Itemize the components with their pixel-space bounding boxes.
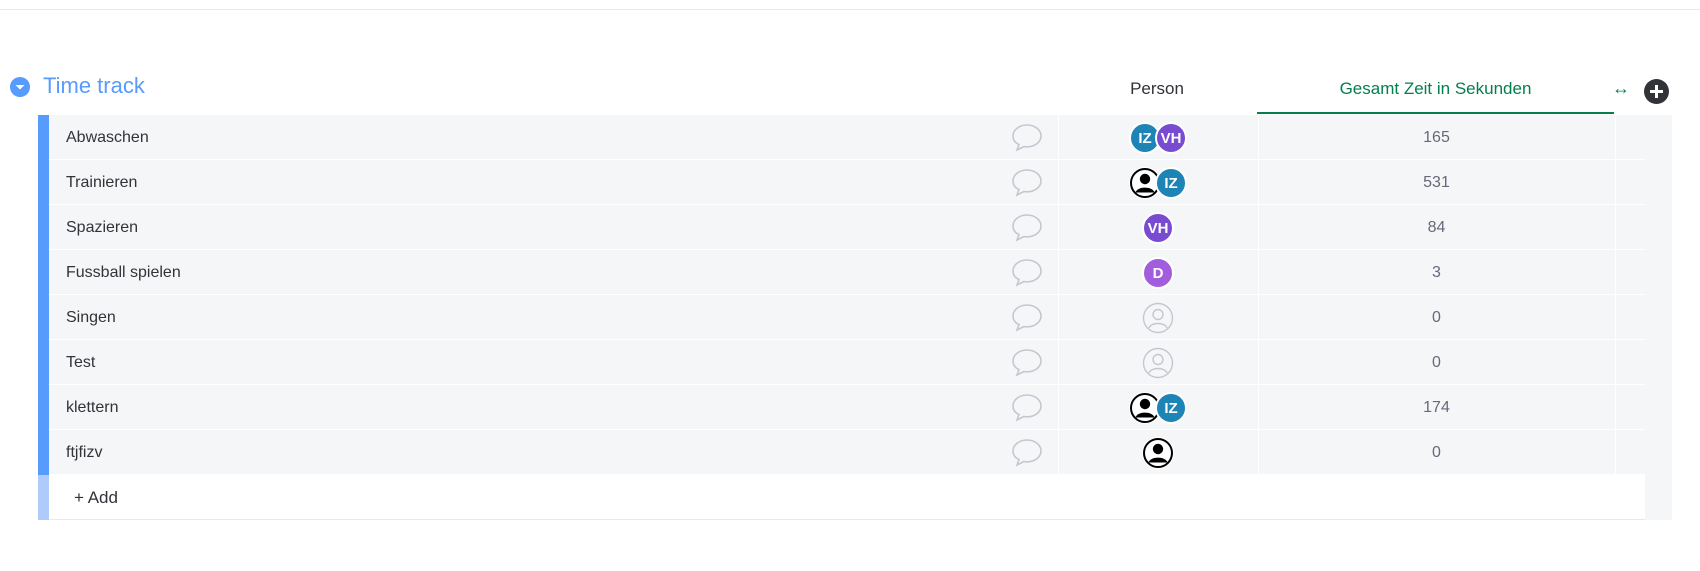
chat-bubble-icon[interactable]	[1010, 122, 1044, 152]
time-cell[interactable]: 0	[1258, 430, 1615, 475]
row-end-cell	[1645, 115, 1672, 160]
person-cell[interactable]: IZ	[1058, 160, 1258, 205]
group-color-bar	[38, 430, 49, 475]
avatar: VH	[1142, 212, 1174, 244]
table-row[interactable]: Test 0	[38, 340, 1672, 385]
table-row[interactable]: Singen 0	[38, 295, 1672, 340]
column-separator	[1615, 430, 1616, 475]
group-header: Time track Person Gesamt Zeit in Sekunde…	[0, 64, 1700, 114]
resize-icon[interactable]: ↔	[1612, 78, 1630, 99]
group-color-bar	[38, 295, 49, 340]
person-cell[interactable]: IZ VH	[1058, 115, 1258, 160]
group-color-bar	[38, 160, 49, 205]
group-color-bar	[38, 115, 49, 160]
row-end-cell	[1645, 295, 1672, 340]
person-cell[interactable]	[1058, 340, 1258, 385]
column-separator	[1615, 295, 1616, 340]
table-row[interactable]: ftjfizv 0	[38, 430, 1672, 475]
column-separator	[1615, 250, 1616, 295]
column-separator	[1615, 160, 1616, 205]
group-color-bar	[38, 475, 49, 520]
person-silhouette-icon	[1142, 437, 1174, 469]
time-cell[interactable]: 0	[1258, 295, 1615, 340]
table-row[interactable]: klettern IZ 174	[38, 385, 1672, 430]
column-separator	[1615, 385, 1616, 430]
time-cell[interactable]: 165	[1258, 115, 1615, 160]
group-color-bar	[38, 250, 49, 295]
time-cell[interactable]: 174	[1258, 385, 1615, 430]
column-separator	[1615, 115, 1616, 160]
chat-bubble-icon[interactable]	[1010, 392, 1044, 422]
chat-bubble-icon[interactable]	[1010, 167, 1044, 197]
add-column-button[interactable]	[1644, 79, 1669, 104]
group-color-bar	[38, 205, 49, 250]
items-table: Abwaschen IZ VH 165 Trainieren IZ 531 Spazieren…	[38, 115, 1672, 520]
time-cell[interactable]: 84	[1258, 205, 1615, 250]
avatar-group: D	[1142, 257, 1174, 289]
avatar-group	[1142, 437, 1174, 469]
avatar-group	[1142, 347, 1174, 379]
row-end-cell	[1645, 385, 1672, 430]
row-end-cell	[1645, 340, 1672, 385]
table-row[interactable]: Spazieren VH 84	[38, 205, 1672, 250]
time-cell[interactable]: 531	[1258, 160, 1615, 205]
row-end-cell	[1645, 430, 1672, 475]
top-divider	[0, 9, 1700, 10]
row-end-cell	[1645, 250, 1672, 295]
person-cell[interactable]: VH	[1058, 205, 1258, 250]
chat-bubble-icon[interactable]	[1010, 437, 1044, 467]
item-name[interactable]: klettern	[66, 385, 118, 430]
row-end-cell	[1645, 205, 1672, 250]
item-name[interactable]: Spazieren	[66, 205, 138, 250]
add-item-row[interactable]: + Add	[38, 475, 1672, 520]
avatar-group: IZ VH	[1129, 122, 1187, 154]
column-header-time[interactable]: Gesamt Zeit in Sekunden	[1257, 64, 1614, 114]
avatar: IZ	[1155, 167, 1187, 199]
time-cell[interactable]: 0	[1258, 340, 1615, 385]
row-end-cell	[1645, 160, 1672, 205]
chat-bubble-icon[interactable]	[1010, 347, 1044, 377]
table-row[interactable]: Trainieren IZ 531	[38, 160, 1672, 205]
row-end-cell	[1645, 475, 1672, 520]
plus-circle-icon	[1650, 85, 1663, 98]
person-cell[interactable]: IZ	[1058, 385, 1258, 430]
group-color-bar	[38, 340, 49, 385]
group-title[interactable]: Time track	[43, 73, 145, 99]
item-name[interactable]: Fussball spielen	[66, 250, 181, 295]
avatar-group: VH	[1142, 212, 1174, 244]
avatar: IZ	[1155, 392, 1187, 424]
chat-bubble-icon[interactable]	[1010, 257, 1044, 287]
person-cell[interactable]: D	[1058, 250, 1258, 295]
add-item-button[interactable]: + Add	[74, 475, 118, 520]
item-name[interactable]: ftjfizv	[66, 430, 102, 475]
item-name[interactable]: Singen	[66, 295, 116, 340]
chevron-down-icon[interactable]	[10, 77, 30, 97]
avatar-group: IZ	[1129, 167, 1187, 199]
chat-bubble-icon[interactable]	[1010, 212, 1044, 242]
table-row[interactable]: Fussball spielen D 3	[38, 250, 1672, 295]
column-header-person[interactable]: Person	[1057, 64, 1257, 114]
person-cell[interactable]	[1058, 295, 1258, 340]
item-name[interactable]: Test	[66, 340, 95, 385]
chat-bubble-icon[interactable]	[1010, 302, 1044, 332]
person-outline-icon	[1142, 347, 1174, 379]
person-cell[interactable]	[1058, 430, 1258, 475]
column-separator	[1615, 205, 1616, 250]
person-outline-icon	[1142, 302, 1174, 334]
avatar: VH	[1155, 122, 1187, 154]
item-name[interactable]: Abwaschen	[66, 115, 149, 160]
table-row[interactable]: Abwaschen IZ VH 165	[38, 115, 1672, 160]
time-cell[interactable]: 3	[1258, 250, 1615, 295]
avatar: D	[1142, 257, 1174, 289]
column-separator	[1615, 340, 1616, 385]
avatar-group	[1142, 302, 1174, 334]
item-name[interactable]: Trainieren	[66, 160, 137, 205]
avatar-group: IZ	[1129, 392, 1187, 424]
group-color-bar	[38, 385, 49, 430]
